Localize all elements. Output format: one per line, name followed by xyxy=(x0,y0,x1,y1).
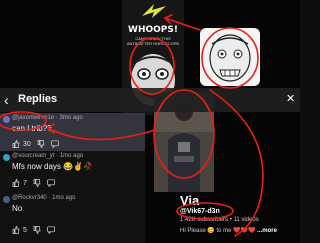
comment-text: Mfs now days 😂✌️🥀 xyxy=(12,162,94,171)
comment-time: 3mo ago xyxy=(59,115,83,121)
avatar[interactable] xyxy=(3,154,10,161)
comment-actions: 7 xyxy=(12,179,55,187)
like-button[interactable]: 7 xyxy=(12,179,27,187)
comment-time: 1mo ago xyxy=(52,195,76,201)
comment-author[interactable]: @Rockvr340 xyxy=(12,195,47,201)
reply-icon[interactable] xyxy=(50,140,59,148)
channel-name[interactable]: Via xyxy=(180,193,199,208)
like-count: 7 xyxy=(23,179,27,187)
comment-text: can I trib?? xyxy=(12,124,52,133)
thumbs-up-icon xyxy=(12,140,20,148)
lightning-icon xyxy=(142,4,166,18)
comment-actions: 5 xyxy=(12,226,55,234)
meme-title: WHOOPS! xyxy=(128,25,178,35)
chevron-left-icon[interactable]: ‹ xyxy=(4,92,16,108)
thumbs-down-icon[interactable] xyxy=(33,179,41,187)
reply-icon[interactable] xyxy=(47,226,55,234)
comment-time: 1mo ago xyxy=(59,153,84,159)
thumbs-up-icon xyxy=(12,179,20,187)
comment-author[interactable]: @sourcream_yt xyxy=(12,153,54,159)
wojak-meme-image xyxy=(200,28,260,86)
channel-info: Via @Vik67-d3n 1.42K subscribers • 11 vi… xyxy=(180,193,300,243)
channel-handle[interactable]: @Vik67-d3n xyxy=(180,208,220,215)
comment-meta: @jaxonlee-m1e · 3mo ago xyxy=(12,115,83,121)
avatar[interactable] xyxy=(3,116,10,123)
comment-meta: @sourcream_yt · 1mo ago xyxy=(12,153,83,159)
comment-item: @Rockvr340 · 1mo ago No 5 xyxy=(0,193,145,243)
comment-item: @jaxonlee-m1e · 3mo ago can I trib?? 30 xyxy=(0,113,145,151)
comment-actions: 30 xyxy=(12,140,59,148)
like-button[interactable]: 30 xyxy=(12,140,31,148)
like-count: 5 xyxy=(23,226,27,234)
reply-icon[interactable] xyxy=(47,179,55,187)
replies-header: ‹ Replies ✕ xyxy=(0,88,300,112)
channel-stats: 1.42K subscribers • 11 videos xyxy=(180,217,259,223)
thumbs-down-icon[interactable] xyxy=(33,226,41,234)
avatar[interactable] xyxy=(3,196,10,203)
comment-item: @sourcream_yt · 1mo ago Mfs now days 😂✌️… xyxy=(0,151,145,193)
comment-text: No xyxy=(12,204,23,213)
thumbs-down-icon[interactable] xyxy=(37,140,45,148)
channel-description-text: Hi Please 😊 to me ❤️❤️❤️ xyxy=(180,228,256,234)
more-link[interactable]: ...more xyxy=(257,228,277,234)
replies-title: Replies xyxy=(18,93,58,105)
close-icon[interactable]: ✕ xyxy=(286,92,295,105)
channel-description[interactable]: Hi Please 😊 to me ❤️❤️❤️ ...more xyxy=(180,227,277,234)
comment-author[interactable]: @jaxonlee-m1e xyxy=(12,115,54,121)
meme-subtitle: CAN'T SHOW THIS ANTIMATTER HOROSCOPE xyxy=(126,36,180,46)
like-count: 30 xyxy=(23,140,31,148)
like-button[interactable]: 5 xyxy=(12,226,27,234)
thumbs-up-icon xyxy=(12,226,20,234)
comment-meta: @Rockvr340 · 1mo ago xyxy=(12,195,75,201)
